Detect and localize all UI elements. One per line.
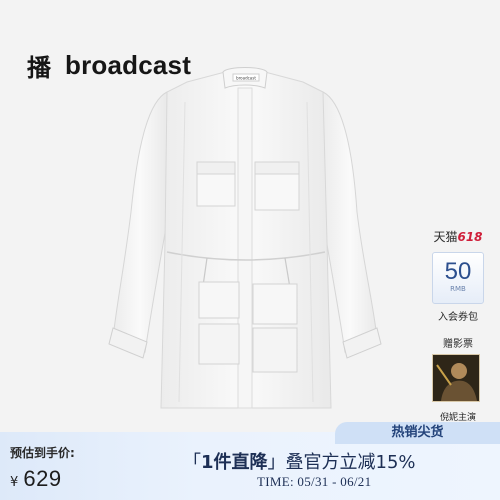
promo-rest: 叠官方立减15% [285,452,416,473]
tmall-text: 天猫 [433,230,458,244]
hot-seller-tag: 热销尖货 [335,422,500,444]
coupon-value: 50 [444,258,472,285]
tmall-number: 618 [457,230,483,244]
promo-time-range: TIME: 05/31 - 06/21 [257,474,372,489]
movie-ticket-label: 赠影票 [443,339,473,350]
promo-open-bracket: 「 [183,452,201,473]
neck-label-text: broadcast [236,76,256,81]
member-coupon-badge[interactable]: 50 RMB [432,252,484,304]
price-value: 629 [23,466,62,491]
product-image[interactable]: broadcast [95,62,395,418]
brand-chinese-name: 播 [27,54,51,82]
promo-close-bracket: 」 [267,452,286,473]
estimated-price-label: 预估到手价: [10,446,75,460]
promo-highlight: 1件直降 [201,452,268,473]
movie-poster-thumbnail[interactable] [432,354,480,402]
promo-side-panel: 天猫618 50 RMB 入会券包 赠影票 倪妮主演 [432,228,484,423]
coupon-unit: RMB [450,285,466,293]
coupon-label: 入会券包 [438,312,478,323]
estimated-price: ¥ 629 [10,466,62,492]
product-listing-page: 播 broadcast broadcast 天猫618 50 RMB 入会券包 … [0,0,500,500]
tmall-618-logo: 天猫618 [432,228,484,245]
currency-symbol: ¥ [10,475,19,490]
promo-headline: 「1件直降」叠官方立减15% [183,448,416,474]
